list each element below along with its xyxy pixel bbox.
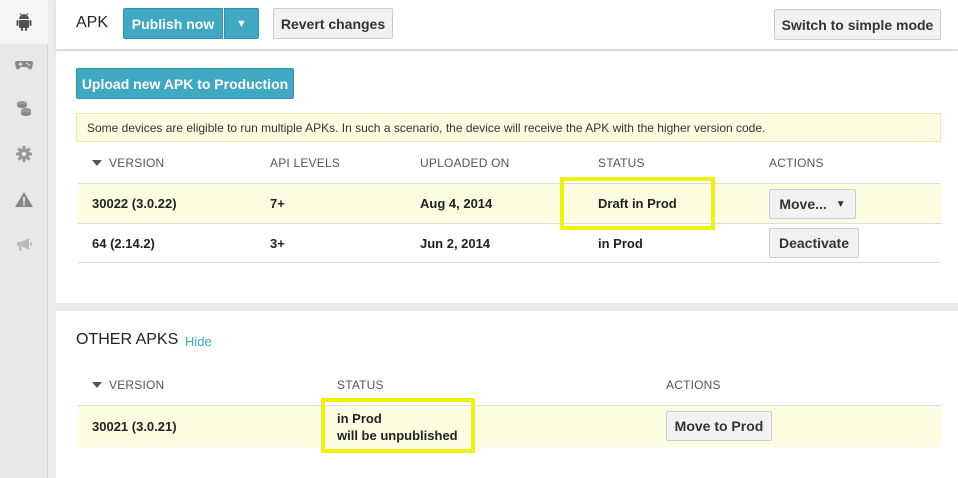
switch-simple-mode-button[interactable]: Switch to simple mode (774, 9, 941, 40)
gear-icon (16, 146, 32, 162)
other-apks-card: OTHER APKS Hide VERSION STATUS ACTIONS 3… (56, 311, 958, 478)
row-status: in Prod (598, 236, 643, 251)
upload-apk-button[interactable]: Upload new APK to Production (76, 68, 294, 99)
annotation-highlight (560, 177, 715, 230)
sidebar-item-alerts[interactable] (0, 178, 48, 222)
sidebar (0, 0, 48, 478)
row-uploaded-on: Jun 2, 2014 (420, 236, 491, 251)
move-to-prod-button[interactable]: Move to Prod (666, 411, 772, 441)
warning-icon (15, 192, 33, 207)
sidebar-item-promote[interactable] (0, 222, 48, 266)
other-apks-title: OTHER APKS (76, 331, 179, 348)
sidebar-item-apk[interactable] (0, 0, 48, 44)
chevron-down-icon: ▼ (236, 17, 247, 30)
col-header-version[interactable]: VERSION (92, 156, 164, 170)
row-version: 64 (2.14.2) (92, 236, 155, 251)
info-banner: Some devices are eligible to run multipl… (76, 113, 941, 142)
row-version: 30021 (3.0.21) (92, 419, 177, 434)
sidebar-item-settings[interactable] (0, 132, 48, 176)
col-header-version[interactable]: VERSION (92, 378, 164, 392)
chevron-down-icon: ▼ (835, 198, 846, 210)
revert-changes-button[interactable]: Revert changes (273, 8, 393, 39)
megaphone-icon (17, 238, 32, 251)
move-button[interactable]: Move... ▼ (769, 189, 856, 219)
table-row: 64 (2.14.2) 3+ Jun 2, 2014 in Prod Deact… (78, 223, 941, 263)
row-version: 30022 (3.0.22) (92, 196, 177, 211)
col-header-status: STATUS (337, 378, 384, 392)
row-api-levels: 3+ (270, 236, 285, 251)
move-button-label: Move... (779, 196, 827, 212)
hide-link[interactable]: Hide (185, 334, 212, 349)
publish-now-button[interactable]: Publish now (123, 8, 223, 39)
col-header-actions: ACTIONS (769, 156, 824, 170)
sidebar-item-games[interactable] (0, 42, 48, 86)
annotation-highlight (321, 398, 475, 453)
col-header-api-levels: API LEVELS (270, 156, 341, 170)
col-header-status: STATUS (598, 156, 645, 170)
android-icon (16, 13, 32, 31)
publish-dropdown-button[interactable]: ▼ (224, 8, 259, 39)
col-header-actions: ACTIONS (666, 378, 721, 392)
sort-caret-icon (92, 160, 102, 166)
page-header: APK Publish now ▼ Revert changes Switch … (56, 0, 958, 50)
sort-caret-icon (92, 382, 102, 388)
deactivate-button[interactable]: Deactivate (769, 228, 859, 258)
gamepad-icon (15, 61, 33, 70)
table-row: 30022 (3.0.22) 7+ Aug 4, 2014 Draft in P… (78, 183, 941, 223)
sidebar-item-coins[interactable] (0, 86, 48, 130)
coins-icon (17, 101, 31, 116)
page-title: APK (76, 14, 109, 31)
row-api-levels: 7+ (270, 196, 285, 211)
row-uploaded-on: Aug 4, 2014 (420, 196, 493, 211)
production-apk-card: Upload new APK to Production Some device… (56, 51, 958, 303)
table-row: 30021 (3.0.21) in Prod will be unpublish… (78, 405, 941, 447)
col-header-uploaded-on: UPLOADED ON (420, 156, 510, 170)
